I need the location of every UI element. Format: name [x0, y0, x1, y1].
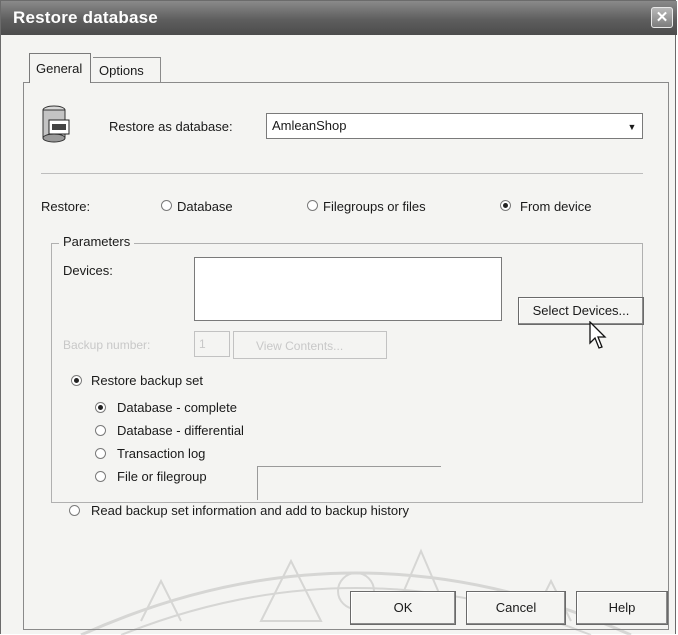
database-complete-label[interactable]: Database - complete	[117, 400, 237, 415]
restore-from-device-radio[interactable]	[500, 200, 511, 211]
restore-as-database-combo[interactable]: AmleanShop ▼	[266, 113, 643, 139]
restore-label: Restore:	[41, 199, 91, 214]
restore-backup-set-radio[interactable]	[71, 375, 82, 386]
restore-database-window: Restore database ✕ General Options Resto…	[0, 0, 677, 635]
read-backup-set-radio[interactable]	[69, 505, 80, 516]
database-differential-radio[interactable]	[95, 425, 106, 436]
file-or-filegroup-field[interactable]	[257, 466, 441, 500]
ok-button[interactable]: OK	[350, 591, 456, 625]
parameters-label: Parameters	[59, 234, 135, 249]
restore-database-label[interactable]: Database	[177, 199, 233, 214]
restore-database-radio[interactable]	[161, 200, 172, 211]
help-button[interactable]: Help	[576, 591, 668, 625]
close-button[interactable]: ✕	[651, 7, 673, 28]
mouse-pointer-icon	[589, 321, 607, 349]
divider	[41, 173, 643, 174]
restore-as-value: AmleanShop	[272, 118, 347, 133]
chevron-down-icon[interactable]: ▼	[625, 120, 639, 134]
devices-label: Devices:	[63, 263, 113, 278]
restore-filegroups-label[interactable]: Filegroups or files	[323, 199, 426, 214]
transaction-log-label[interactable]: Transaction log	[117, 446, 205, 461]
database-complete-radio[interactable]	[95, 402, 106, 413]
window-title: Restore database	[13, 8, 158, 27]
tab-general[interactable]: General	[29, 53, 91, 83]
file-or-filegroup-radio[interactable]	[95, 471, 106, 482]
restore-as-label: Restore as database:	[109, 119, 233, 134]
database-icon	[42, 105, 70, 143]
devices-list[interactable]	[194, 257, 502, 321]
read-backup-set-label[interactable]: Read backup set information and add to b…	[91, 503, 409, 518]
restore-filegroups-radio[interactable]	[307, 200, 318, 211]
select-devices-button[interactable]: Select Devices...	[518, 297, 644, 325]
database-differential-label[interactable]: Database - differential	[117, 423, 244, 438]
title-bar[interactable]: Restore database ✕	[1, 1, 677, 35]
backup-number-value: 1	[199, 337, 206, 351]
restore-from-device-label[interactable]: From device	[520, 199, 592, 214]
file-or-filegroup-label[interactable]: File or filegroup	[117, 469, 207, 484]
restore-backup-set-label[interactable]: Restore backup set	[91, 373, 203, 388]
cancel-button[interactable]: Cancel	[466, 591, 566, 625]
transaction-log-radio[interactable]	[95, 448, 106, 459]
backup-number-label: Backup number:	[63, 338, 151, 352]
backup-number-field: 1	[194, 331, 230, 357]
view-contents-button: View Contents...	[233, 331, 387, 359]
tab-options[interactable]: Options	[93, 57, 161, 83]
view-contents-label: View Contents...	[256, 339, 344, 353]
